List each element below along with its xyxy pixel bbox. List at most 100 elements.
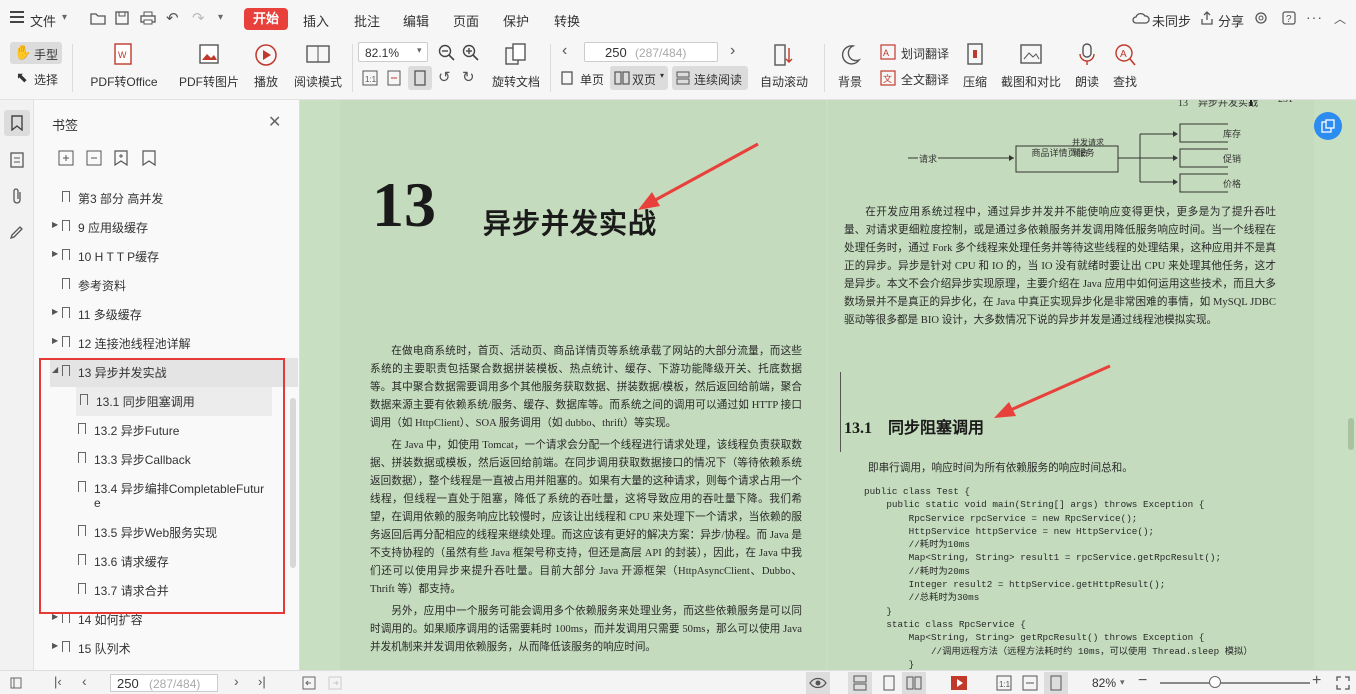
double-view-button[interactable]	[902, 672, 926, 694]
rotate-right-icon[interactable]: ↻	[462, 68, 475, 86]
redo-icon[interactable]: ↷	[192, 9, 205, 27]
expand-arrow-icon[interactable]: ▶	[52, 307, 58, 316]
expand-all-icon[interactable]	[58, 150, 74, 166]
fit-width-icon[interactable]	[1022, 675, 1038, 691]
expand-arrow-icon[interactable]: ▶	[52, 249, 58, 258]
attachment-icon[interactable]	[10, 188, 24, 204]
bookmark-item[interactable]: 第3 部分 高并发	[50, 184, 298, 213]
zoom-out-icon[interactable]	[438, 44, 456, 62]
sidebar-toggle-icon[interactable]	[10, 677, 22, 689]
tab-insert[interactable]: 插入	[303, 11, 329, 30]
select-tool-button[interactable]: ⬉ 选择	[10, 68, 62, 88]
document-scrollbar[interactable]	[1348, 418, 1354, 450]
rotate-document-button[interactable]: 旋转文档	[488, 42, 544, 90]
expand-arrow-icon[interactable]: ▶	[52, 336, 58, 345]
word-translate-icon[interactable]: A	[880, 44, 896, 60]
next-page-icon[interactable]: ›	[730, 42, 735, 60]
go-forward-icon[interactable]	[328, 676, 342, 690]
single-page-button[interactable]: 单页	[558, 68, 608, 88]
rotate-left-icon[interactable]: ↺	[438, 68, 451, 86]
thumbnail-icon[interactable]	[10, 152, 24, 168]
zoom-slider-thumb[interactable]	[1209, 676, 1221, 688]
play-button[interactable]: 播放	[248, 42, 284, 90]
help-icon[interactable]: ?	[1282, 11, 1296, 25]
signature-icon[interactable]	[9, 224, 25, 240]
tab-annotate[interactable]: 批注	[354, 11, 380, 30]
file-menu[interactable]: 文件	[30, 11, 56, 30]
fullscreen-icon[interactable]	[1336, 676, 1350, 690]
background-button[interactable]: 背景	[832, 42, 868, 90]
cloud-sync-icon[interactable]	[1132, 12, 1150, 24]
first-page-icon[interactable]: |‹	[54, 674, 62, 689]
expand-arrow-icon[interactable]: ▶	[52, 641, 58, 650]
open-folder-icon[interactable]	[90, 11, 106, 25]
auto-scroll-button[interactable]: 自动滚动	[754, 42, 814, 90]
tab-convert[interactable]: 转换	[554, 11, 580, 30]
search-button[interactable]: A 查找	[1108, 42, 1142, 90]
more-icon[interactable]: ···	[1306, 9, 1323, 25]
play-slideshow-icon[interactable]	[950, 675, 968, 691]
undo-icon[interactable]: ↶	[166, 9, 179, 27]
tab-page[interactable]: 页面	[453, 11, 479, 30]
actual-size-icon[interactable]: 1:1	[996, 675, 1012, 691]
tab-protect[interactable]: 保护	[503, 11, 529, 30]
bookmark-item[interactable]: ▶ 11 多级缓存	[50, 300, 298, 329]
compress-button[interactable]: 压缩	[958, 42, 992, 90]
bookmark-item[interactable]: ▶ 15 队列术	[50, 634, 298, 663]
fit-page-button[interactable]	[408, 66, 432, 90]
pdf-to-image-button[interactable]: PDF转图片	[176, 42, 242, 90]
tab-edit[interactable]: 编辑	[403, 11, 429, 30]
word-translate-button[interactable]: 划词翻译	[901, 45, 949, 62]
full-translate-icon[interactable]: 文	[880, 70, 896, 86]
actual-size-icon[interactable]: 1:1	[362, 70, 378, 86]
share-icon[interactable]	[1200, 11, 1214, 25]
prev-page-icon[interactable]: ‹	[562, 42, 567, 60]
chevron-down-icon[interactable]: ▾	[62, 12, 67, 23]
go-back-icon[interactable]	[302, 676, 316, 690]
sidebar-scrollbar[interactable]	[290, 398, 296, 568]
zoom-in-icon[interactable]	[462, 44, 480, 62]
last-page-icon[interactable]: ›|	[258, 674, 266, 689]
status-page-input[interactable]: 250 (287/484)	[110, 674, 218, 692]
page-number-input[interactable]: 250 (287/484)	[584, 42, 718, 62]
expand-arrow-icon[interactable]: ▶	[52, 220, 58, 229]
read-aloud-button[interactable]: 朗读	[1070, 42, 1104, 90]
settings-icon[interactable]	[1254, 11, 1268, 25]
continuous-view-button[interactable]	[848, 672, 872, 694]
pdf-to-office-button[interactable]: W PDF转Office	[84, 42, 164, 90]
save-icon[interactable]	[115, 11, 129, 25]
bookmark-panel-button[interactable]	[4, 110, 30, 136]
eye-protect-button[interactable]	[806, 672, 830, 694]
double-page-button[interactable]: 双页 ▾	[610, 66, 668, 90]
bookmark-item[interactable]: 参考资料	[50, 271, 298, 300]
close-icon[interactable]: ✕	[268, 112, 281, 132]
zoom-slider-track[interactable]	[1160, 682, 1310, 684]
prev-page-icon[interactable]: ‹	[82, 673, 87, 689]
fit-page-button[interactable]	[1044, 672, 1068, 694]
sync-status[interactable]: 未同步	[1152, 11, 1191, 30]
next-page-icon[interactable]: ›	[234, 673, 239, 689]
delete-bookmark-icon[interactable]	[142, 150, 156, 166]
floating-tool-button[interactable]	[1314, 112, 1342, 140]
tab-start[interactable]: 开始	[244, 8, 288, 30]
collapse-all-icon[interactable]	[86, 150, 102, 166]
hand-tool-button[interactable]: ✋ 手型	[10, 42, 62, 64]
fit-width-icon[interactable]	[386, 70, 402, 86]
bookmark-item[interactable]: ▶ 10 H T T P缓存	[50, 242, 298, 271]
zoom-in-icon[interactable]: +	[1312, 672, 1321, 690]
share-button[interactable]: 分享	[1218, 11, 1244, 30]
collapse-ribbon-icon[interactable]: ︿	[1334, 10, 1346, 27]
bookmark-item[interactable]: ▶ 9 应用级缓存	[50, 213, 298, 242]
full-translate-button[interactable]: 全文翻译	[901, 71, 949, 88]
zoom-out-icon[interactable]: −	[1138, 672, 1147, 690]
continuous-read-button[interactable]: 连续阅读	[672, 66, 748, 90]
bookmark-item[interactable]: ▶ 12 连接池线程池详解	[50, 329, 298, 358]
screenshot-compare-button[interactable]: 截图和对比	[998, 42, 1064, 90]
more-chevron-icon[interactable]: ▾	[218, 12, 223, 23]
hamburger-icon[interactable]	[10, 11, 24, 23]
add-bookmark-icon[interactable]	[114, 150, 128, 166]
chevron-down-icon[interactable]: ▾	[1120, 677, 1125, 688]
single-view-icon[interactable]	[882, 675, 896, 691]
read-mode-button[interactable]: 阅读模式	[290, 42, 346, 90]
zoom-select[interactable]: 82.1% ▾	[358, 42, 428, 62]
